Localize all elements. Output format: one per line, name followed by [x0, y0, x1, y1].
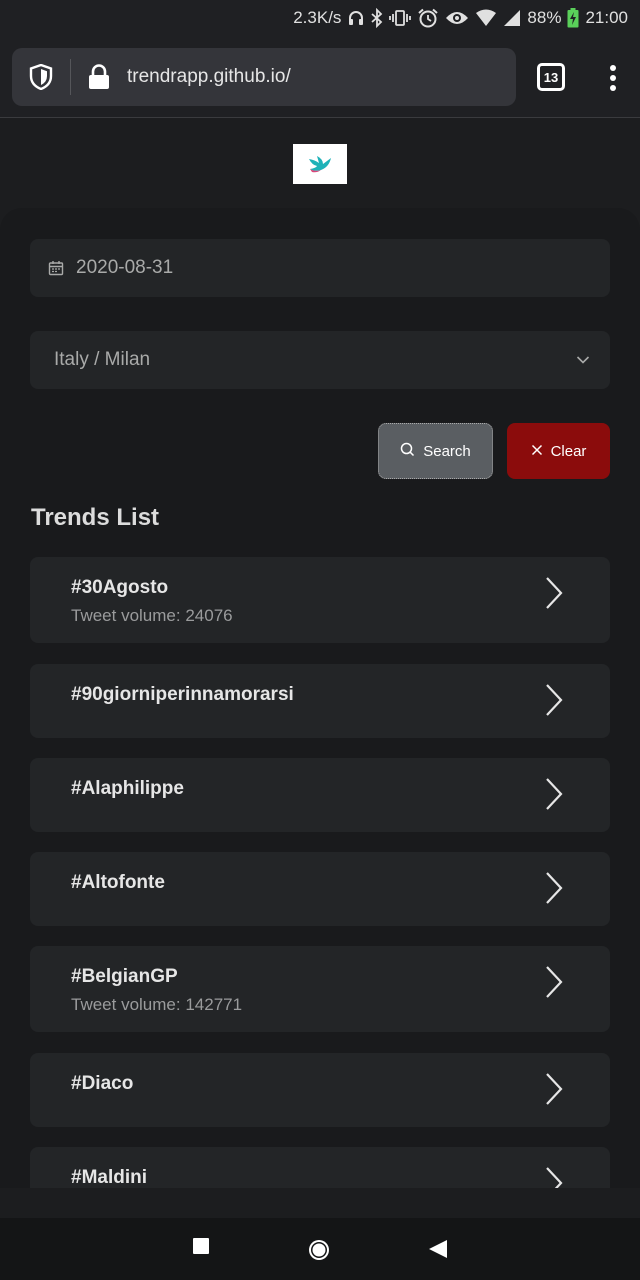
trend-tag: #90giorniperinnamorarsi	[71, 684, 294, 705]
headset-icon	[347, 8, 365, 28]
trend-item[interactable]: #BelgianGP Tweet volume: 142771	[30, 946, 610, 1032]
region-select[interactable]: Italy / Milan	[30, 331, 610, 389]
chevron-right-icon	[542, 1071, 566, 1112]
tweet-volume: Tweet volume: 24076	[71, 606, 233, 625]
main-panel: 2020-08-31 Italy / Milan Search Clear Tr…	[0, 208, 640, 1188]
chevron-right-icon	[542, 575, 566, 616]
trend-item[interactable]: #Maldini	[30, 1147, 610, 1188]
chevron-right-icon	[542, 870, 566, 911]
signal-icon	[503, 8, 521, 28]
menu-kebab-icon[interactable]	[602, 62, 624, 94]
trend-item[interactable]: #Altofonte	[30, 852, 610, 926]
chevron-down-icon	[576, 349, 590, 371]
recents-square-icon[interactable]	[192, 1237, 210, 1255]
trend-tag: #Diaco	[71, 1073, 134, 1094]
trend-item[interactable]: #Alaphilippe	[30, 758, 610, 832]
chevron-right-icon	[542, 1165, 566, 1188]
tab-switcher-button[interactable]: 13	[537, 63, 565, 91]
chevron-right-icon	[542, 964, 566, 1005]
calendar-icon	[48, 260, 64, 276]
trend-tag: #Maldini	[71, 1167, 148, 1188]
browser-toolbar: trendrapp.github.io/ 13	[0, 36, 640, 118]
address-bar[interactable]: trendrapp.github.io/	[12, 48, 516, 106]
search-icon	[400, 442, 415, 461]
search-button[interactable]: Search	[378, 423, 493, 479]
battery-percent: 88%	[527, 8, 562, 27]
clear-label: Clear	[550, 442, 587, 460]
net-speed: 2.3K/s	[293, 8, 342, 27]
wifi-icon	[475, 8, 497, 28]
system-nav-bar	[0, 1218, 640, 1280]
clear-button[interactable]: Clear	[507, 423, 610, 479]
tweet-volume: Tweet volume: 142771	[71, 995, 243, 1014]
bird-logo-icon	[309, 156, 331, 173]
trend-item[interactable]: #90giorniperinnamorarsi	[30, 664, 610, 738]
trend-item[interactable]: #Diaco	[30, 1053, 610, 1127]
url-text[interactable]: trendrapp.github.io/	[127, 66, 291, 88]
trend-tag: #Alaphilippe	[71, 778, 184, 799]
chevron-right-icon	[542, 682, 566, 723]
lock-icon	[71, 48, 127, 106]
screen: 2.3K/s 88% 21:00 trendrapp.github.io/ 13…	[0, 0, 640, 1280]
region-value: Italy / Milan	[54, 349, 151, 370]
trend-item[interactable]: #30Agosto Tweet volume: 24076	[30, 557, 610, 643]
chevron-right-icon	[542, 776, 566, 817]
battery-charging-icon	[567, 8, 579, 28]
trend-tag: #BelgianGP	[71, 966, 178, 987]
date-input[interactable]: 2020-08-31	[30, 239, 610, 297]
search-label: Search	[423, 442, 471, 460]
close-icon	[531, 443, 543, 460]
back-triangle-icon[interactable]	[428, 1239, 448, 1259]
trend-tag: #30Agosto	[71, 577, 169, 598]
clock: 21:00	[585, 8, 628, 27]
vibrate-icon	[389, 8, 412, 28]
tab-count: 13	[543, 69, 559, 85]
eye-icon	[445, 8, 469, 28]
bluetooth-icon	[371, 8, 383, 28]
home-circle-icon[interactable]	[307, 1238, 331, 1262]
trends-list-title: Trends List	[31, 504, 160, 531]
shield-icon[interactable]	[12, 48, 70, 106]
date-value: 2020-08-31	[76, 257, 174, 278]
alarm-icon	[417, 8, 439, 28]
app-logo	[293, 144, 347, 184]
status-bar: 2.3K/s 88% 21:00	[0, 0, 640, 36]
trend-tag: #Altofonte	[71, 872, 165, 893]
